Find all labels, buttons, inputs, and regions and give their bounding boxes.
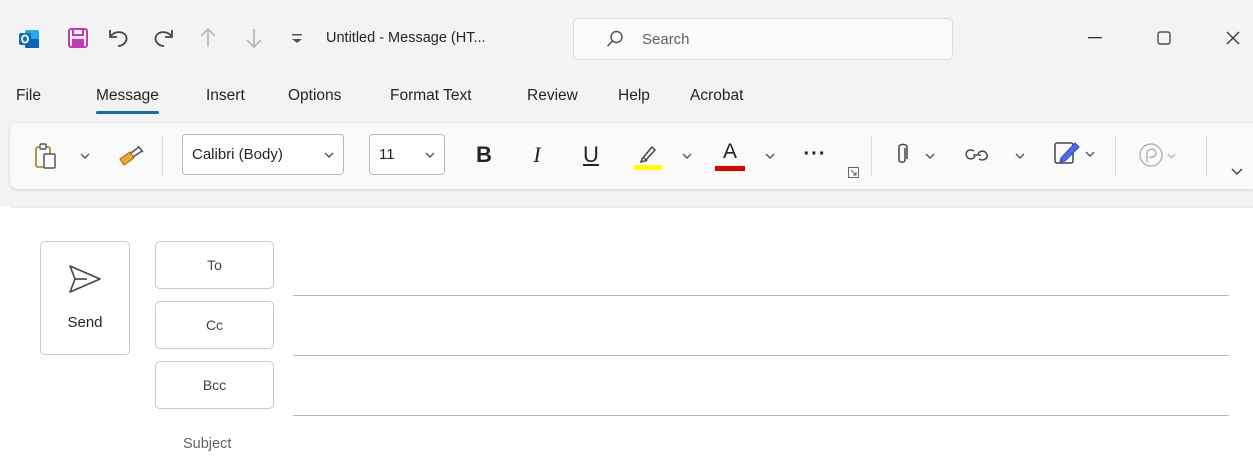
minimize-button[interactable] <box>1080 24 1110 52</box>
paste-dropdown-chevron-icon[interactable] <box>80 152 90 160</box>
bcc-field-underline <box>293 415 1229 416</box>
outlook-app-icon[interactable] <box>18 28 40 50</box>
bcc-button[interactable]: Bcc <box>155 361 274 409</box>
bold-label: B <box>476 142 492 167</box>
signature-dropdown-chevron-icon[interactable] <box>1085 150 1095 158</box>
bold-button[interactable]: B <box>470 138 498 172</box>
font-dialog-launcher-icon[interactable] <box>848 167 859 178</box>
more-options-button[interactable]: ··· <box>800 141 830 167</box>
tab-message[interactable]: Message <box>96 87 159 114</box>
separator <box>1115 135 1116 177</box>
cc-field[interactable] <box>293 312 1229 354</box>
search-icon <box>606 30 624 48</box>
send-button[interactable]: Send <box>40 241 130 355</box>
link-icon[interactable] <box>962 143 992 167</box>
separator <box>162 135 163 177</box>
font-color-dropdown-chevron-icon[interactable] <box>765 152 775 160</box>
signature-icon[interactable] <box>1052 139 1082 169</box>
maximize-button[interactable] <box>1149 24 1179 52</box>
tab-format-text[interactable]: Format Text <box>390 87 472 105</box>
subject-label: Subject <box>183 436 232 452</box>
bcc-field[interactable] <box>293 372 1229 414</box>
dictate-icon[interactable] <box>1136 141 1166 171</box>
to-field-underline <box>293 295 1229 296</box>
font-name-value: Calibri (Body) <box>192 146 283 163</box>
tab-help[interactable]: Help <box>618 87 650 105</box>
attach-file-icon[interactable] <box>892 141 912 169</box>
font-color-swatch <box>715 165 745 171</box>
more-label: ··· <box>803 142 827 165</box>
redo-icon[interactable] <box>152 26 176 50</box>
subject-field[interactable] <box>293 428 1229 464</box>
expand-ribbon-chevron-icon[interactable] <box>1230 166 1244 176</box>
ribbon-toolbar: Calibri (Body) 11 B I U A ··· <box>10 123 1253 189</box>
chevron-down-icon <box>425 152 435 158</box>
font-name-dropdown[interactable]: Calibri (Body) <box>182 134 344 175</box>
save-icon[interactable] <box>66 26 90 50</box>
paste-icon[interactable] <box>32 141 58 171</box>
font-color-label: A <box>722 139 737 163</box>
separator <box>871 135 872 177</box>
to-field[interactable] <box>293 252 1229 294</box>
highlighter-icon <box>634 145 662 170</box>
highlight-button[interactable] <box>632 138 664 172</box>
close-button[interactable] <box>1218 24 1248 52</box>
chevron-down-icon <box>324 152 334 158</box>
search-box[interactable] <box>573 18 953 60</box>
compose-area: Send To Cc Bcc Subject <box>0 206 1253 474</box>
customize-quick-access-icon[interactable] <box>290 30 304 46</box>
font-size-value: 11 <box>379 146 395 163</box>
underline-label: U <box>583 142 599 167</box>
italic-button[interactable]: I <box>523 138 551 172</box>
ribbon-tabs: File Message Insert Options Format Text … <box>0 78 1253 118</box>
undo-icon[interactable] <box>106 26 130 50</box>
link-dropdown-chevron-icon[interactable] <box>1015 152 1025 160</box>
cc-button[interactable]: Cc <box>155 301 274 349</box>
tab-acrobat[interactable]: Acrobat <box>690 87 743 105</box>
next-item-icon[interactable] <box>244 26 264 50</box>
tab-file[interactable]: File <box>16 87 41 105</box>
dictate-dropdown-chevron-icon[interactable] <box>1167 152 1176 159</box>
format-painter-icon[interactable] <box>116 142 146 170</box>
to-button[interactable]: To <box>155 241 274 289</box>
send-icon <box>69 265 101 293</box>
title-bar: Untitled - Message (HT... <box>0 0 1253 78</box>
window-title: Untitled - Message (HT... <box>326 30 486 46</box>
cc-field-underline <box>293 355 1229 356</box>
tab-review[interactable]: Review <box>527 87 578 105</box>
tab-insert[interactable]: Insert <box>206 87 245 105</box>
cc-label: Cc <box>205 317 224 333</box>
underline-button[interactable]: U <box>577 138 605 172</box>
divider <box>10 206 1253 208</box>
previous-item-icon[interactable] <box>198 26 218 50</box>
highlight-dropdown-chevron-icon[interactable] <box>682 152 692 160</box>
attach-dropdown-chevron-icon[interactable] <box>925 152 935 160</box>
bcc-label: Bcc <box>202 377 227 393</box>
send-label: Send <box>67 314 103 331</box>
search-input[interactable] <box>642 30 932 48</box>
font-size-dropdown[interactable]: 11 <box>369 134 445 175</box>
to-label: To <box>207 257 222 273</box>
separator <box>1206 135 1207 177</box>
font-color-button[interactable]: A <box>714 135 746 175</box>
tab-options[interactable]: Options <box>288 87 341 105</box>
italic-label: I <box>533 142 541 167</box>
